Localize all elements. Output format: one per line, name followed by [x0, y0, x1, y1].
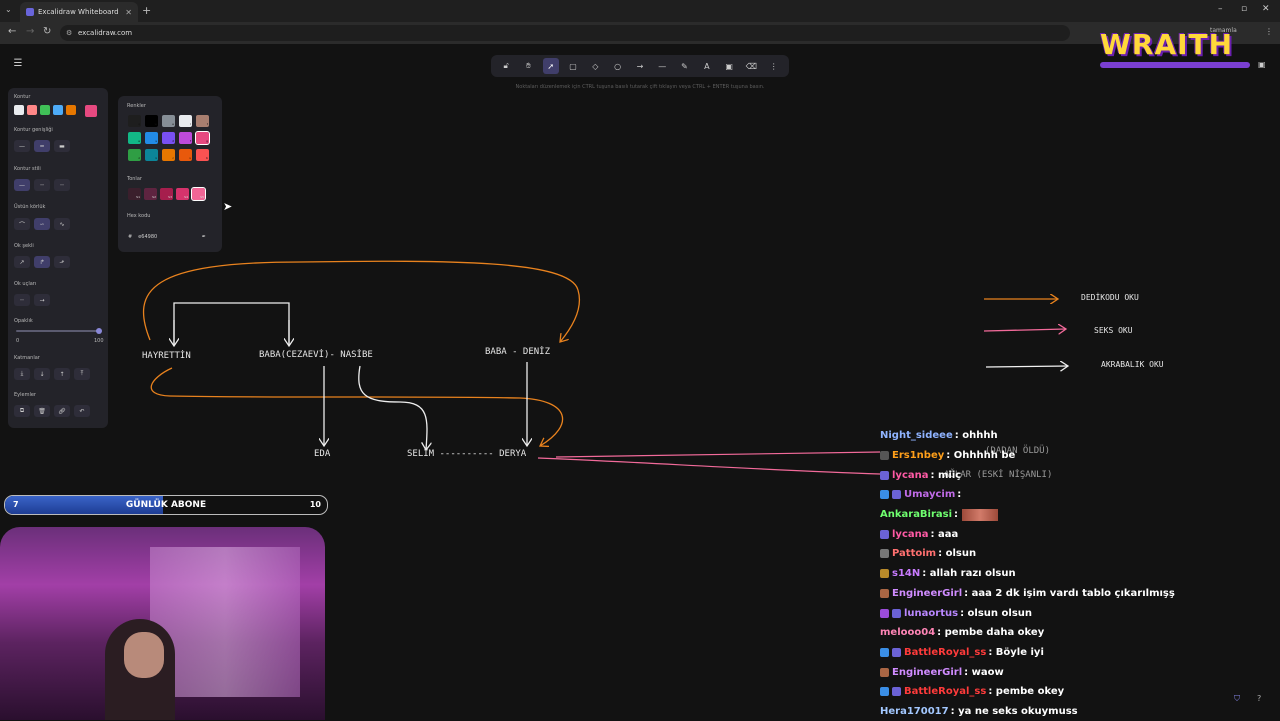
chat-text: : miiç — [930, 469, 962, 481]
sub-goal-bar: GÜNLÜK ABONE 7 10 — [4, 495, 328, 515]
node-hayrettin[interactable]: HAYRETTİN — [142, 351, 191, 361]
node-eda[interactable]: EDA — [314, 449, 330, 459]
chat-message: lycana: miiç — [876, 465, 1280, 485]
kinship-arrow-selim — [358, 365, 427, 450]
chat-message: lunaortus: olsun olsun — [876, 603, 1280, 623]
chat-badge-icon — [892, 687, 901, 697]
chat-username[interactable]: EngineerGirl — [892, 667, 962, 678]
chat-message: Pattoim: olsun — [876, 544, 1280, 564]
gossip-arrow-top — [142, 260, 581, 342]
chat-badge-icon — [880, 549, 889, 559]
chat-text: : olsun olsun — [960, 607, 1033, 619]
chat-username[interactable]: lycana — [892, 529, 929, 540]
node-baba-nasibe[interactable]: BABA(CEZAEVİ)- NASİBE — [259, 350, 373, 360]
chat-text: : pembe daha okey — [937, 627, 1045, 639]
node-baba-deniz[interactable]: BABA - DENİZ — [485, 347, 550, 357]
chat-message: BattleRoyal_ss: pembe okey — [876, 682, 1280, 702]
streamer-logo: WRAITH — [1100, 28, 1234, 61]
sub-goal-target: 10 — [309, 500, 321, 509]
chat-message: Ers1nbey: Ohhhhh be — [876, 446, 1280, 466]
chat-overlay: Night_sideee: ohhhh Ers1nbey: Ohhhhh be ly… — [876, 426, 1280, 720]
chat-text: : olsun — [938, 548, 977, 560]
node-selim-derya[interactable]: SELİM ---------- DERYA — [407, 449, 526, 459]
chat-username[interactable]: Pattoim — [892, 548, 936, 559]
webcam-face — [124, 632, 164, 678]
chat-message: Umaycim: — [876, 485, 1280, 505]
chat-badge-icon — [880, 667, 889, 677]
chat-message: AnkaraBirasi: — [876, 505, 1280, 525]
chat-text: : ya ne seks okuymuss — [950, 705, 1078, 717]
chat-message: s14N: allah razı olsun — [876, 564, 1280, 584]
chat-username[interactable]: lunaortus — [904, 608, 958, 619]
chat-message: Night_sideee: ohhhh — [876, 426, 1280, 446]
kinship-bracket — [173, 302, 290, 345]
shield-icon[interactable]: ⛉ — [1234, 694, 1240, 704]
chat-text: : — [954, 509, 959, 521]
gossip-arrow-bottom — [150, 367, 564, 446]
legend-kinship[interactable]: AKRABALIK OKU — [1101, 360, 1164, 369]
chat-badge-icon — [880, 529, 889, 539]
legend-kinship-arrow — [985, 366, 1068, 367]
chat-badge-icon — [880, 451, 889, 461]
chat-badge-icon — [880, 687, 889, 697]
chat-username[interactable]: Hera170017 — [880, 706, 949, 717]
help-icon[interactable]: ? — [1257, 694, 1261, 703]
chat-username[interactable]: BattleRoyal_ss — [904, 647, 986, 658]
chat-message: EngineerGirl: aaa 2 dk işim vardı tablo … — [876, 584, 1280, 604]
chat-text: : — [957, 489, 962, 501]
chat-username[interactable]: BattleRoyal_ss — [904, 686, 986, 697]
legend-sex[interactable]: SEKS OKU — [1094, 326, 1133, 335]
logo-underline — [1100, 62, 1250, 68]
sidebar-toggle-icon[interactable]: ▣ — [1258, 60, 1266, 69]
chat-username[interactable]: AnkaraBirasi — [880, 509, 952, 520]
sub-goal-label: GÜNLÜK ABONE — [125, 500, 207, 510]
chat-badge-icon — [880, 569, 889, 579]
chat-badge-icon — [880, 647, 889, 657]
chat-username[interactable]: melooo04 — [880, 627, 935, 638]
chat-badge-icon — [880, 470, 889, 480]
chat-message: BattleRoyal_ss: Böyle iyi — [876, 643, 1280, 663]
sub-goal-current: 7 — [13, 500, 19, 509]
chat-username[interactable]: Night_sideee — [880, 430, 953, 441]
chat-badge-icon — [892, 608, 901, 618]
chat-text: : Ohhhhh be — [946, 450, 1016, 462]
chat-text: : pembe okey — [988, 686, 1065, 698]
chat-badge-icon — [880, 588, 889, 598]
chat-text: : ohhhh — [954, 430, 998, 442]
chat-username[interactable]: Umaycim — [904, 489, 955, 500]
chat-message: melooo04: pembe daha okey — [876, 623, 1280, 643]
chat-message: Hera170017: ya ne seks okuymuss — [876, 702, 1280, 721]
chat-username[interactable]: EngineerGirl — [892, 588, 962, 599]
chat-message: EngineerGirl: waow — [876, 662, 1280, 682]
chat-badge-icon — [892, 490, 901, 500]
chat-username[interactable]: Ers1nbey — [892, 450, 944, 461]
chat-badge-icon — [892, 647, 901, 657]
chat-text: : aaa — [930, 528, 959, 540]
sex-line-2 — [537, 457, 881, 475]
chat-text: : Böyle iyi — [988, 646, 1044, 658]
chat-username[interactable]: s14N — [892, 568, 920, 579]
chat-text: : waow — [964, 666, 1004, 678]
chat-badge-icon — [880, 490, 889, 500]
legend-sex-arrow — [983, 329, 1066, 331]
sex-line-1 — [555, 451, 881, 458]
chat-username[interactable]: lycana — [892, 470, 929, 481]
chat-text: : aaa 2 dk işim vardı tablo çıkarılmışş — [964, 587, 1175, 599]
chat-badge-icon — [880, 608, 889, 618]
chat-text: : allah razı olsun — [922, 568, 1016, 580]
chat-message: lycana: aaa — [876, 524, 1280, 544]
webcam-feed — [0, 527, 325, 720]
legend-gossip[interactable]: DEDİKODU OKU — [1081, 293, 1139, 302]
chat-emote-icon — [962, 508, 999, 521]
